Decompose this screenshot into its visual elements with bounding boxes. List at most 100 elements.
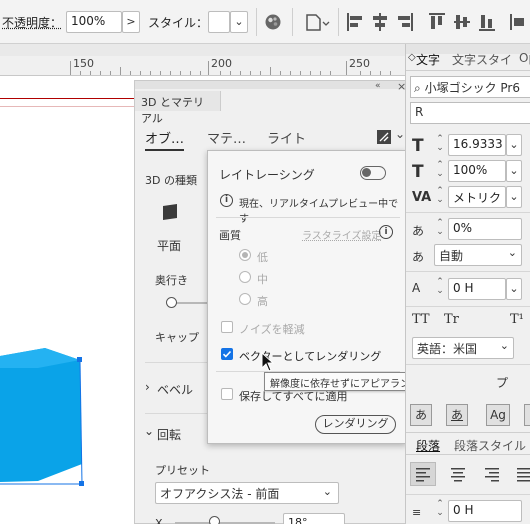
cap-label: キャップ	[155, 331, 199, 344]
align-center-icon[interactable]	[371, 12, 389, 32]
rotation-label[interactable]: 回転	[157, 426, 181, 443]
glyph-button-4[interactable]: あ	[524, 404, 530, 426]
language-dropdown[interactable]: 英語：米国 ⌄	[412, 337, 514, 359]
partial-label: プ	[496, 376, 509, 390]
justify-text-button[interactable]	[512, 462, 530, 486]
tab-character-style[interactable]: 文字スタイ	[452, 51, 512, 68]
document-setup-icon[interactable]	[305, 12, 331, 32]
tab-character[interactable]: 文字	[416, 51, 440, 68]
baseline-stepper[interactable]: ⌃ ⌄	[434, 278, 446, 298]
style-dropdown[interactable]: ⌄	[230, 11, 248, 33]
quality-medium-radio[interactable]	[239, 271, 251, 283]
glyph-button-2[interactable]: あ	[446, 404, 468, 426]
glyph-button-3[interactable]: Ag	[486, 404, 510, 426]
tab-paragraph[interactable]: 段落	[416, 437, 440, 454]
glyph-button-1[interactable]: あ	[410, 404, 432, 426]
search-icon: ⌕	[414, 81, 421, 95]
chevron-down-icon[interactable]: ⌄	[506, 134, 522, 156]
align-bottom-icon[interactable]	[478, 12, 496, 32]
vertical-scale-stepper[interactable]: ⌃ ⌄	[434, 161, 446, 181]
x-rotation-handle[interactable]	[209, 516, 220, 524]
preset-value: オフアクシス法 - 前面	[160, 487, 280, 501]
kerning-input[interactable]: メトリク	[448, 186, 506, 208]
section-divider	[216, 217, 400, 218]
toolbar-divider	[256, 8, 257, 36]
tab-object[interactable]: オブ…	[145, 128, 185, 151]
style-label: スタイル：	[148, 16, 209, 30]
align-right-icon[interactable]	[396, 12, 414, 32]
tab-paragraph-style[interactable]: 段落スタイル	[454, 437, 526, 454]
font-family-field[interactable]: ⌕ 小塚ゴシック Pr6	[410, 76, 530, 98]
opacity-label[interactable]: 不透明度：	[2, 14, 62, 31]
small-caps-button[interactable]: Tr	[444, 312, 459, 327]
all-caps-button[interactable]: TT	[412, 312, 430, 327]
style-swatch[interactable]	[208, 11, 230, 33]
panel-grip[interactable]	[135, 81, 411, 89]
font-size-icon: T	[412, 136, 424, 156]
render-settings-icon[interactable]	[376, 129, 392, 145]
chevron-down-icon[interactable]: ⌄	[395, 127, 405, 141]
depth-slider-handle[interactable]	[166, 297, 177, 308]
raytracing-toggle[interactable]	[360, 166, 386, 180]
align-left-text-button[interactable]	[410, 462, 436, 486]
recolor-icon[interactable]	[264, 13, 282, 31]
aki-icon: あ	[412, 250, 425, 264]
reduce-noise-checkbox[interactable]	[221, 321, 233, 333]
rotation-chevron-icon[interactable]: ⌄	[144, 424, 154, 438]
align-center-text-button[interactable]	[446, 462, 470, 486]
collapse-panel-icon[interactable]: ◇	[408, 52, 416, 63]
depth-slider-track[interactable]	[173, 302, 208, 304]
vertical-scale-input[interactable]: 100%	[448, 160, 506, 182]
quality-label: 画質	[219, 229, 241, 242]
tab-materials[interactable]: マテ…	[207, 128, 246, 147]
section-divider	[145, 413, 207, 414]
tracking-input[interactable]: 0%	[448, 218, 522, 240]
x-rotation-input[interactable]: 18°	[283, 513, 345, 524]
font-size-stepper[interactable]: ⌃ ⌄	[434, 135, 446, 155]
font-size-input[interactable]: 16.9333	[448, 134, 506, 156]
info-icon[interactable]: i	[379, 225, 393, 239]
indent-stepper[interactable]: ⌃ ⌄	[434, 500, 446, 520]
ruler-mark: 250	[349, 57, 370, 70]
3d-shape[interactable]	[0, 336, 100, 496]
section-divider	[406, 494, 530, 495]
opacity-input[interactable]: 100%	[66, 11, 122, 33]
info-icon: i	[220, 194, 233, 207]
tab-lighting[interactable]: ライト	[267, 128, 306, 147]
panel-title-tab[interactable]: 3D とマテリアル	[135, 91, 221, 125]
collapse-panel-icon[interactable]: «	[375, 81, 381, 91]
bevel-chevron-icon[interactable]: ›	[145, 380, 150, 394]
chevron-down-icon[interactable]: ⌄	[506, 160, 522, 182]
auto-spacing-dropdown[interactable]: 自動 ⌄	[434, 244, 522, 266]
tracking-stepper[interactable]: ⌃ ⌄	[434, 219, 446, 239]
align-left-icon[interactable]	[346, 12, 364, 32]
bevel-label[interactable]: ベベル	[157, 381, 193, 398]
quality-high-radio[interactable]	[239, 293, 251, 305]
align-top-icon[interactable]	[428, 12, 446, 32]
tab-opentype[interactable]: Ope	[519, 51, 530, 65]
opacity-arrow-button[interactable]: >	[122, 11, 140, 33]
align-right-text-button[interactable]	[480, 462, 504, 486]
font-style-field[interactable]: R	[410, 102, 530, 124]
kerning-stepper[interactable]: ⌃ ⌄	[434, 187, 446, 207]
reduce-noise-label: ノイズを軽減	[239, 323, 305, 336]
render-button[interactable]: レンダリング	[315, 415, 396, 434]
ruler-mark: 200	[211, 57, 232, 70]
distribute-icon[interactable]	[508, 12, 530, 32]
superscript-button[interactable]: T¹	[510, 312, 524, 327]
save-apply-checkbox[interactable]	[221, 388, 233, 400]
vector-render-checkbox[interactable]	[221, 348, 233, 360]
preset-dropdown[interactable]: オフアクシス法 - 前面 ⌄	[155, 482, 339, 504]
character-panel: ◇ 文字 文字スタイ Ope ⌕ 小塚ゴシック Pr6 R T ⌃⌄ 16.93…	[405, 44, 530, 524]
chevron-down-icon[interactable]: ⌄	[506, 186, 522, 208]
ruler-mark: 150	[73, 57, 94, 70]
section-divider	[145, 362, 207, 363]
align-middle-icon[interactable]	[453, 12, 471, 32]
left-indent-input[interactable]: 0 H	[448, 500, 522, 522]
rasterize-settings-link[interactable]: ラスタライズ設定	[302, 227, 382, 242]
chevron-down-icon[interactable]: ⌄	[506, 278, 522, 300]
section-divider	[406, 271, 530, 272]
quality-low-radio[interactable]	[239, 249, 251, 261]
baseline-input[interactable]: 0 H	[448, 278, 506, 300]
flat-3d-icon[interactable]	[161, 203, 179, 221]
